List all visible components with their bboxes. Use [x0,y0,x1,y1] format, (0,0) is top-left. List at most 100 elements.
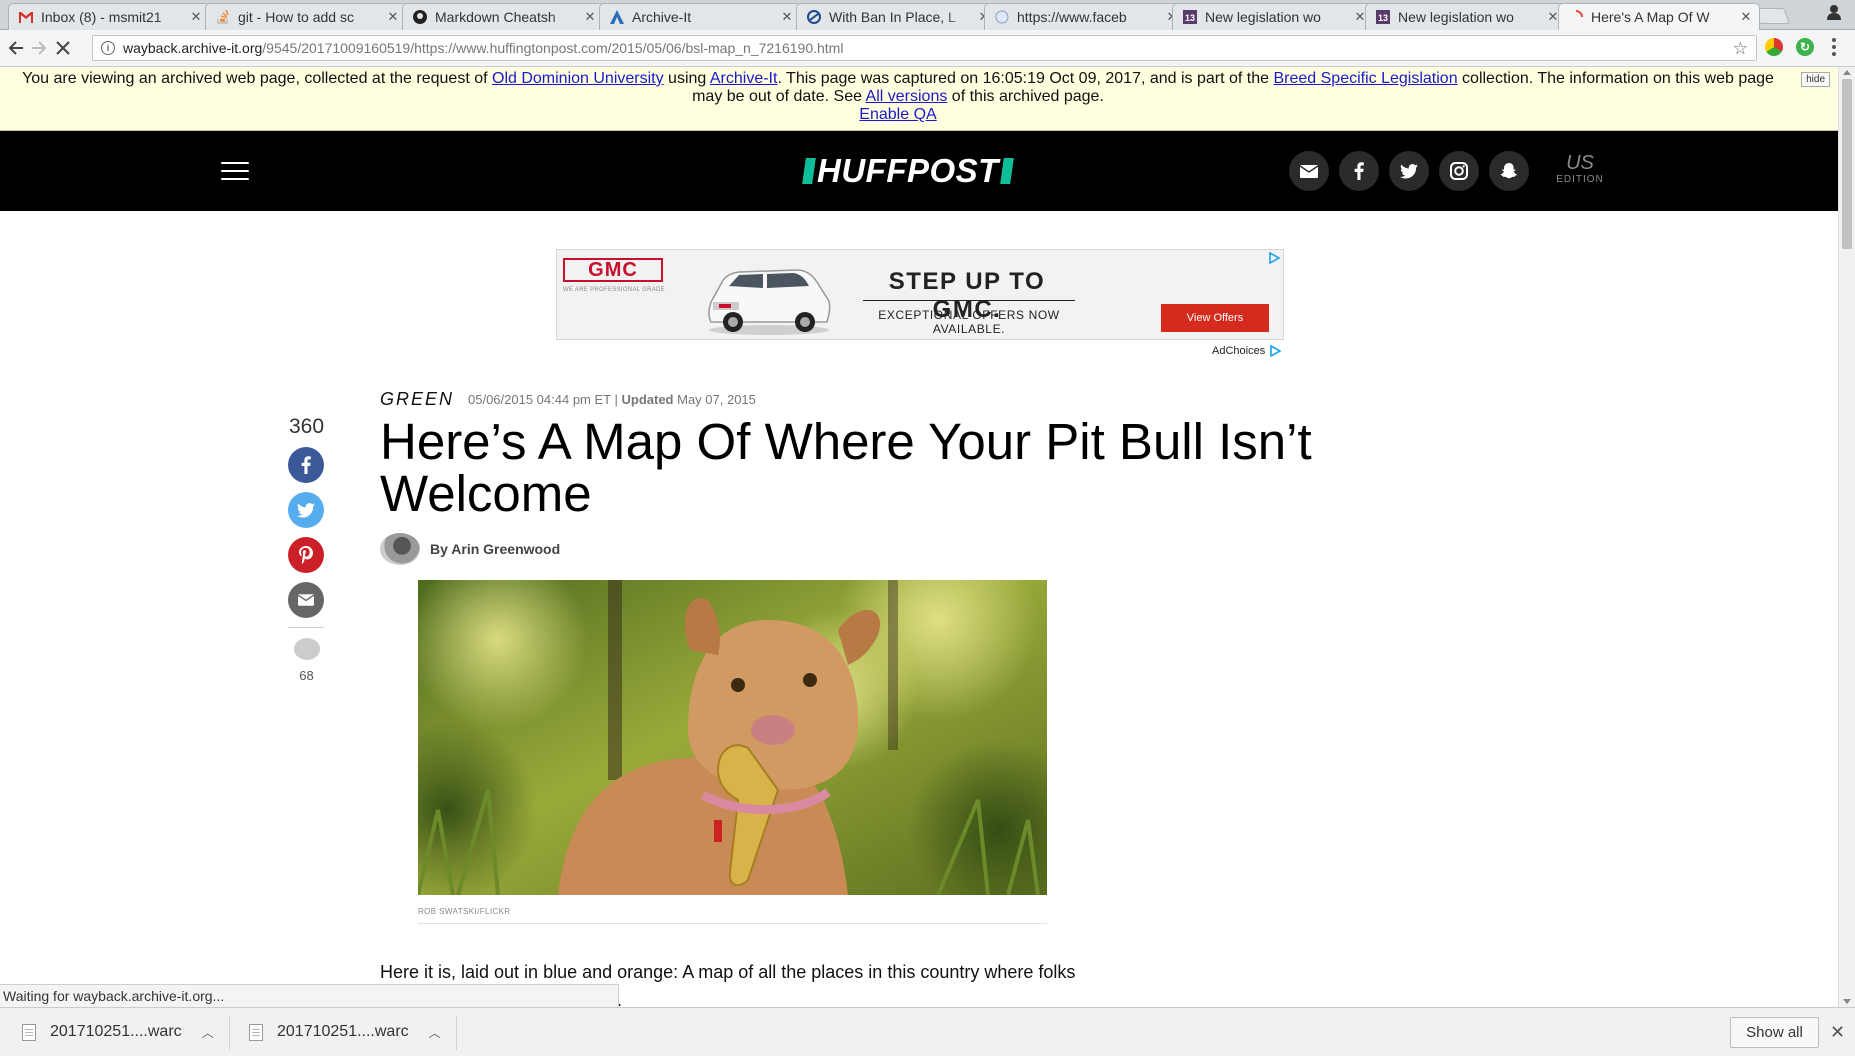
stop-icon [56,41,70,55]
suv-image [708,269,831,335]
file-icon [22,1023,36,1041]
tab-legislation-2[interactable]: 13 New legislation wo ✕ [1365,3,1567,30]
envelope-icon [1300,164,1318,178]
adchoices-triangle-icon[interactable] [1268,252,1280,264]
address-bar[interactable]: i wayback.archive-it.org/9545/2017100916… [92,35,1757,61]
download-item[interactable]: 201710251....warc ︿ [249,1014,441,1050]
svg-text:13: 13 [1185,13,1195,23]
tab-huffpost-active[interactable]: Here's A Map Of W ✕ [1558,3,1760,30]
gmc-advertisement[interactable]: GMC WE ARE PROFESSIONAL GRADE STEP UP TO… [556,249,1284,340]
logo-bar-left [802,158,816,184]
stop-button[interactable] [52,37,74,59]
close-icon[interactable]: ✕ [189,9,203,25]
share-email-button[interactable] [288,582,324,618]
link-archive-it[interactable]: Archive-It [710,70,778,87]
enable-qa-link[interactable]: Enable QA [859,106,936,123]
close-icon[interactable]: ✕ [583,9,597,25]
share-pinterest-button[interactable] [288,537,324,573]
github-icon [413,10,427,24]
forward-button[interactable] [28,37,50,59]
link-all-versions[interactable]: All versions [866,88,948,105]
chevron-up-icon[interactable]: ︿ [202,1024,214,1041]
info-icon[interactable]: i [101,41,115,55]
banner-text: using [663,70,710,87]
header-facebook-button[interactable] [1339,151,1379,191]
edition-code: US [1566,152,1594,174]
hide-banner-button[interactable]: hide [1801,72,1830,87]
download-item[interactable]: 201710251....warc ︿ [22,1014,214,1050]
tab-gmail[interactable]: Inbox (8) - msmit21 ✕ [8,3,210,30]
photo-divider [418,923,1047,924]
view-offers-button[interactable]: View Offers [1161,304,1269,332]
banner-text: . This page was captured on 16:05:19 Oct… [777,70,1274,87]
refresh-extension-icon[interactable]: ↻ [1796,38,1814,56]
hamburger-menu-icon[interactable] [221,162,249,180]
profile-icon[interactable] [1827,4,1841,20]
close-icon[interactable]: ✕ [386,9,400,25]
scroll-up-arrow-icon[interactable] [1843,70,1851,75]
photo-credit: ROB SWATSKI/FLICKR [418,907,511,916]
gmc-logo: GMC [563,258,663,282]
edition-selector[interactable]: US EDITION [1552,153,1608,186]
link-old-dominion[interactable]: Old Dominion University [492,70,664,87]
page-scrollbar[interactable] [1838,67,1855,1007]
tab-title: New legislation wo [1205,9,1321,25]
scroll-down-arrow-icon[interactable] [1843,999,1851,1004]
share-divider [288,627,324,628]
tab-github[interactable]: Markdown Cheatsh ✕ [402,3,604,30]
extension-icon[interactable] [1765,38,1783,56]
share-count: 360 [288,415,325,438]
twitter-icon [1400,163,1418,179]
bookmark-star-icon[interactable]: ☆ [1733,39,1748,59]
header-twitter-button[interactable] [1389,151,1429,191]
show-all-downloads-button[interactable]: Show all [1730,1017,1819,1048]
tab-title: Archive-It [632,9,692,25]
back-button[interactable] [5,37,27,59]
tab-title: Markdown Cheatsh [435,9,556,25]
url-path: /9545/20171009160519/https://www.huffing… [262,40,844,56]
adchoices-link[interactable]: AdChoices [1212,345,1282,357]
comment-count[interactable]: 68 [284,668,329,683]
tab-legislation-1[interactable]: 13 New legislation wo ✕ [1172,3,1374,30]
file-icon [249,1023,263,1041]
section-label[interactable]: GREEN [380,389,454,410]
share-facebook-button[interactable] [288,447,324,483]
tab-facebook[interactable]: https://www.faceb ✕ [984,3,1186,30]
stackoverflow-icon [216,10,230,24]
snapchat-icon [1500,163,1517,179]
tab-title: With Ban In Place, L [829,9,956,25]
tab-strip: Inbox (8) - msmit21 ✕ git - How to add s… [0,0,1855,30]
author-avatar[interactable] [380,533,420,565]
tab-stackoverflow[interactable]: git - How to add sc ✕ [205,3,407,30]
gmail-icon [19,10,33,24]
adchoices-label: AdChoices [1212,345,1266,357]
tab-title: New legislation wo [1398,9,1514,25]
close-icon[interactable]: ✕ [780,9,794,25]
browser-toolbar: i wayback.archive-it.org/9545/2017100916… [0,30,1855,67]
download-filename: 201710251....warc [50,1023,182,1040]
close-icon[interactable]: ✕ [1830,1022,1845,1043]
header-email-button[interactable] [1289,151,1329,191]
tab-archive-it[interactable]: Archive-It ✕ [599,3,801,30]
status-bubble: Waiting for wayback.archive-it.org... [0,984,619,1008]
huffpost-logo[interactable]: HUFFPOST [802,152,1014,189]
comment-bubble-icon[interactable] [294,638,320,660]
tab-title: git - How to add sc [238,9,354,25]
envelope-icon [298,594,314,606]
chevron-up-icon[interactable]: ︿ [429,1024,441,1041]
download-shelf: 201710251....warc ︿ 201710251....warc ︿ … [0,1007,1855,1056]
header-instagram-button[interactable] [1439,151,1479,191]
twitter-icon [297,502,315,518]
tab-title: https://www.faceb [1017,9,1127,25]
instagram-icon [1450,162,1468,180]
scrollbar-thumb[interactable] [1842,79,1852,249]
logo-bar-right [1000,158,1014,184]
tab-news-ban[interactable]: With Ban In Place, L ✕ [796,3,998,30]
share-twitter-button[interactable] [288,492,324,528]
shelf-divider [229,1016,230,1050]
header-snapchat-button[interactable] [1489,151,1529,191]
author-name[interactable]: By Arin Greenwood [430,541,560,557]
close-icon[interactable]: ✕ [1739,9,1753,25]
link-collection[interactable]: Breed Specific Legislation [1273,70,1457,87]
browser-menu-icon[interactable] [1832,38,1836,56]
